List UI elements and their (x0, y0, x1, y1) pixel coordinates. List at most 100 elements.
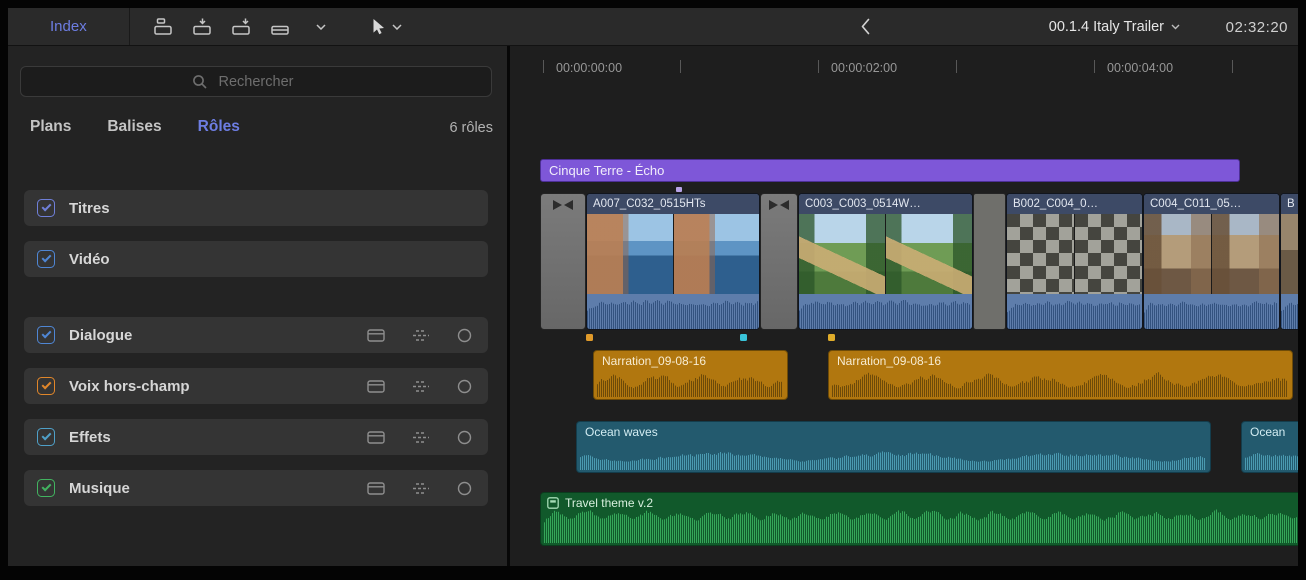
audio-clip-narration[interactable]: Narration_09-08-16 (828, 350, 1293, 400)
title-anchor-marker[interactable] (676, 187, 682, 192)
keyword-marker[interactable] (586, 334, 593, 341)
audio-lanes-icon[interactable] (367, 482, 385, 495)
role-checkbox[interactable] (37, 199, 55, 217)
timecode-display: 02:32:20 (1226, 8, 1288, 46)
app-window: Index 00.1.4 Italy Trailer 02:32:20 (0, 0, 1306, 580)
role-checkbox[interactable] (37, 326, 55, 344)
final-cut-pro-window: Index 00.1.4 Italy Trailer 02:32:20 (8, 8, 1298, 566)
role-controls (367, 481, 472, 496)
waveform (1007, 294, 1142, 329)
ruler-tick (680, 60, 681, 73)
ruler-tick (956, 60, 957, 73)
placeholder-clip[interactable] (973, 193, 1006, 330)
audio-clip-ocean[interactable]: Ocean (1241, 421, 1298, 473)
waveform (1144, 294, 1279, 329)
index-toggle-button[interactable]: Index (50, 18, 87, 35)
role-row-musique[interactable]: Musique (24, 470, 488, 506)
role-row-video[interactable]: Vidéo (24, 241, 488, 277)
role-label: Effets (69, 429, 111, 446)
role-row-effets[interactable]: Effets (24, 419, 488, 455)
search-field[interactable] (20, 66, 492, 97)
focus-icon[interactable] (412, 431, 430, 444)
search-input[interactable] (21, 67, 491, 96)
tab-roles[interactable]: Rôles (198, 118, 240, 136)
overwrite-clip-icon[interactable] (271, 18, 290, 35)
roles-count: 6 rôles (449, 120, 493, 136)
audio-lanes-icon[interactable] (367, 329, 385, 342)
video-clip[interactable]: C003_C003_0514W… (798, 193, 973, 330)
solo-icon[interactable] (457, 430, 472, 445)
clip-name: C003_C003_0514W… (799, 194, 972, 214)
video-clip[interactable]: A007_C032_0515HTs (586, 193, 760, 330)
keyword-marker[interactable] (828, 334, 835, 341)
timeline-ruler[interactable]: 00:00:00:00 00:00:02:00 00:00:04:00 (510, 46, 1298, 84)
toolbar: Index 00.1.4 Italy Trailer 02:32:20 (8, 8, 1298, 46)
audio-lanes-icon[interactable] (367, 431, 385, 444)
solo-icon[interactable] (457, 328, 472, 343)
role-label: Dialogue (69, 327, 132, 344)
video-clip[interactable]: C004_C011_05… (1143, 193, 1280, 330)
music-clip[interactable]: Travel theme v.2 (540, 492, 1298, 546)
clip-audio-area (1144, 294, 1279, 329)
waveform (580, 443, 1207, 470)
check-icon (41, 202, 51, 212)
arrow-tool-button[interactable] (372, 18, 402, 35)
tab-plans[interactable]: Plans (30, 118, 71, 136)
clip-name: B (1281, 194, 1298, 214)
focus-icon[interactable] (412, 380, 430, 393)
solo-icon[interactable] (457, 481, 472, 496)
role-controls (367, 328, 472, 343)
role-row-dialogue[interactable]: Dialogue (24, 317, 488, 353)
clip-thumbnail (799, 214, 972, 294)
project-name-dropdown[interactable]: 00.1.4 Italy Trailer (1049, 8, 1180, 46)
edit-tools-chevron-down-icon[interactable] (316, 24, 326, 30)
connect-clip-icon[interactable] (154, 18, 173, 35)
title-clip[interactable]: Cinque Terre - Écho (540, 159, 1240, 182)
video-clip[interactable]: B002_C004_0… (1006, 193, 1143, 330)
ruler-tick (1232, 60, 1233, 73)
append-clip-icon[interactable] (232, 18, 251, 35)
role-checkbox[interactable] (37, 479, 55, 497)
ruler-tick (1094, 60, 1095, 73)
video-clip[interactable]: B (1280, 193, 1298, 330)
arrow-cursor-icon (372, 18, 385, 35)
role-label: Vidéo (69, 251, 110, 268)
clip-name: C004_C011_05… (1144, 194, 1279, 214)
back-chevron-icon[interactable] (860, 18, 871, 35)
solo-icon[interactable] (457, 379, 472, 394)
check-icon (41, 329, 51, 339)
insert-clip-icon[interactable] (193, 18, 212, 35)
role-controls (367, 379, 472, 394)
clip-thumbnail (1144, 214, 1279, 294)
keyword-marker[interactable] (740, 334, 747, 341)
index-tabs: Plans Balises Rôles (30, 118, 240, 136)
role-row-titres[interactable]: Titres (24, 190, 488, 226)
role-checkbox[interactable] (37, 377, 55, 395)
waveform (587, 294, 759, 329)
clip-name: B002_C004_0… (1007, 194, 1142, 214)
role-row-voix-hors-champ[interactable]: Voix hors-champ (24, 368, 488, 404)
clip-audio-area (799, 294, 972, 329)
transition-icon (551, 199, 575, 211)
clip-audio-area (1281, 294, 1298, 329)
tool-chevron-down-icon (392, 24, 402, 30)
clip-name: A007_C032_0515HTs (587, 194, 759, 214)
waveform (544, 506, 1298, 543)
role-checkbox[interactable] (37, 250, 55, 268)
role-checkbox[interactable] (37, 428, 55, 446)
ruler-tick (543, 60, 544, 73)
focus-icon[interactable] (412, 482, 430, 495)
focus-icon[interactable] (412, 329, 430, 342)
tab-balises[interactable]: Balises (107, 118, 161, 136)
clip-thumbnail (587, 214, 759, 294)
ruler-tick (818, 60, 819, 73)
ruler-label: 00:00:02:00 (831, 61, 897, 75)
audio-clip-narration[interactable]: Narration_09-08-16 (593, 350, 788, 400)
role-label: Musique (69, 480, 130, 497)
audio-lanes-icon[interactable] (367, 380, 385, 393)
transition-clip[interactable] (540, 193, 586, 330)
audio-clip-ocean[interactable]: Ocean waves (576, 421, 1211, 473)
transition-clip[interactable] (760, 193, 798, 330)
transition-icon (767, 199, 791, 211)
toolbar-divider (129, 8, 130, 45)
